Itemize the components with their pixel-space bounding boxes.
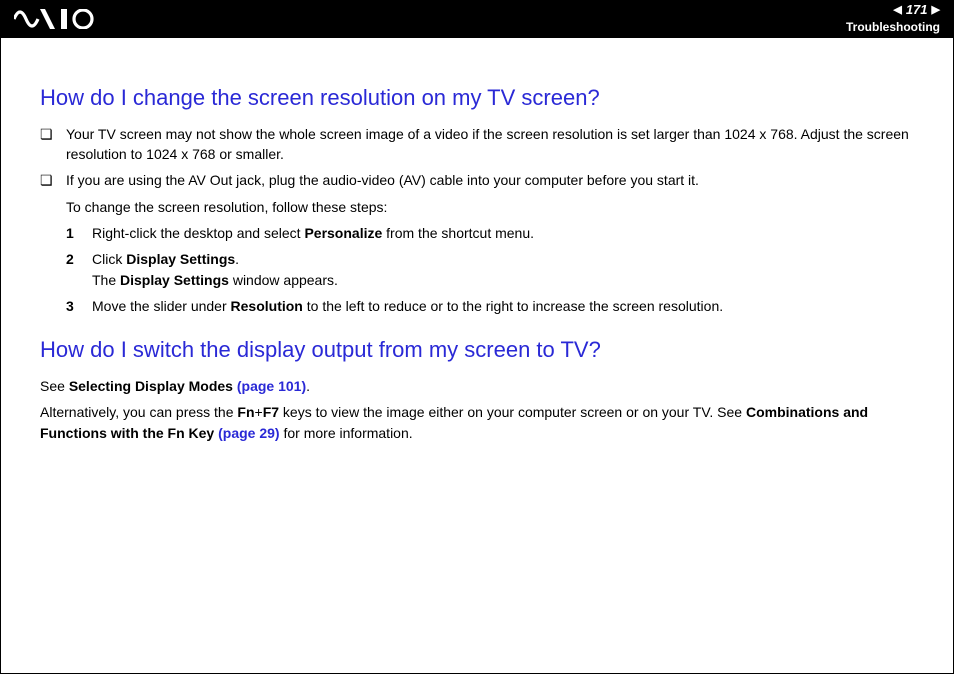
page-number: 171 xyxy=(906,1,928,20)
numbered-steps: 1 Right-click the desktop and select Per… xyxy=(40,223,914,316)
bullet-list-1: Your TV screen may not show the whole sc… xyxy=(40,124,914,217)
bullet-text: If you are using the AV Out jack, plug t… xyxy=(66,172,699,188)
text: . xyxy=(306,378,310,394)
bold-key: F7 xyxy=(263,404,279,420)
page-content: How do I change the screen resolution on… xyxy=(0,38,954,443)
step-item: 3 Move the slider under Resolution to th… xyxy=(66,296,914,316)
bold-term: Resolution xyxy=(231,298,303,314)
nav-prev-icon[interactable]: ◀ xyxy=(893,3,901,19)
vaio-logo xyxy=(14,9,110,29)
paragraph: See Selecting Display Modes (page 101). xyxy=(40,376,914,396)
bold-term: Selecting Display Modes xyxy=(69,378,237,394)
section-label: Troubleshooting xyxy=(846,19,940,36)
text: + xyxy=(255,404,263,420)
text: keys to view the image either on your co… xyxy=(279,404,746,420)
text: window appears. xyxy=(229,272,338,288)
header-bar: ◀ 171 ▶ Troubleshooting xyxy=(0,0,954,38)
bold-term: Display Settings xyxy=(126,251,235,267)
heading-resolution: How do I change the screen resolution on… xyxy=(40,82,914,114)
header-right: ◀ 171 ▶ Troubleshooting xyxy=(846,1,940,36)
text: for more information. xyxy=(280,425,413,441)
bold-term: Personalize xyxy=(304,225,382,241)
step-number: 3 xyxy=(66,296,74,316)
text: Right-click the desktop and select xyxy=(92,225,304,241)
text: Move the slider under xyxy=(92,298,231,314)
text: to the left to reduce or to the right to… xyxy=(303,298,723,314)
text: from the shortcut menu. xyxy=(382,225,534,241)
bullet-item: Your TV screen may not show the whole sc… xyxy=(40,124,914,165)
text: Alternatively, you can press the xyxy=(40,404,237,420)
paragraph: Alternatively, you can press the Fn+F7 k… xyxy=(40,402,914,443)
bold-term: Display Settings xyxy=(120,272,229,288)
text: Click xyxy=(92,251,126,267)
step-number: 2 xyxy=(66,249,74,269)
bullet-item: If you are using the AV Out jack, plug t… xyxy=(40,170,914,217)
text: The xyxy=(92,272,120,288)
text: . xyxy=(235,251,239,267)
step-item: 2 Click Display Settings. The Display Se… xyxy=(66,249,914,290)
heading-switch-display: How do I switch the display output from … xyxy=(40,334,914,366)
step-item: 1 Right-click the desktop and select Per… xyxy=(66,223,914,243)
nav-next-icon[interactable]: ▶ xyxy=(932,3,940,19)
bold-key: Fn xyxy=(237,404,254,420)
step-number: 1 xyxy=(66,223,74,243)
page-link-29[interactable]: (page 29) xyxy=(218,425,279,441)
page-navigation: ◀ 171 ▶ xyxy=(893,1,940,20)
text: See xyxy=(40,378,69,394)
sub-instruction: To change the screen resolution, follow … xyxy=(66,197,914,217)
page-link-101[interactable]: (page 101) xyxy=(237,378,306,394)
